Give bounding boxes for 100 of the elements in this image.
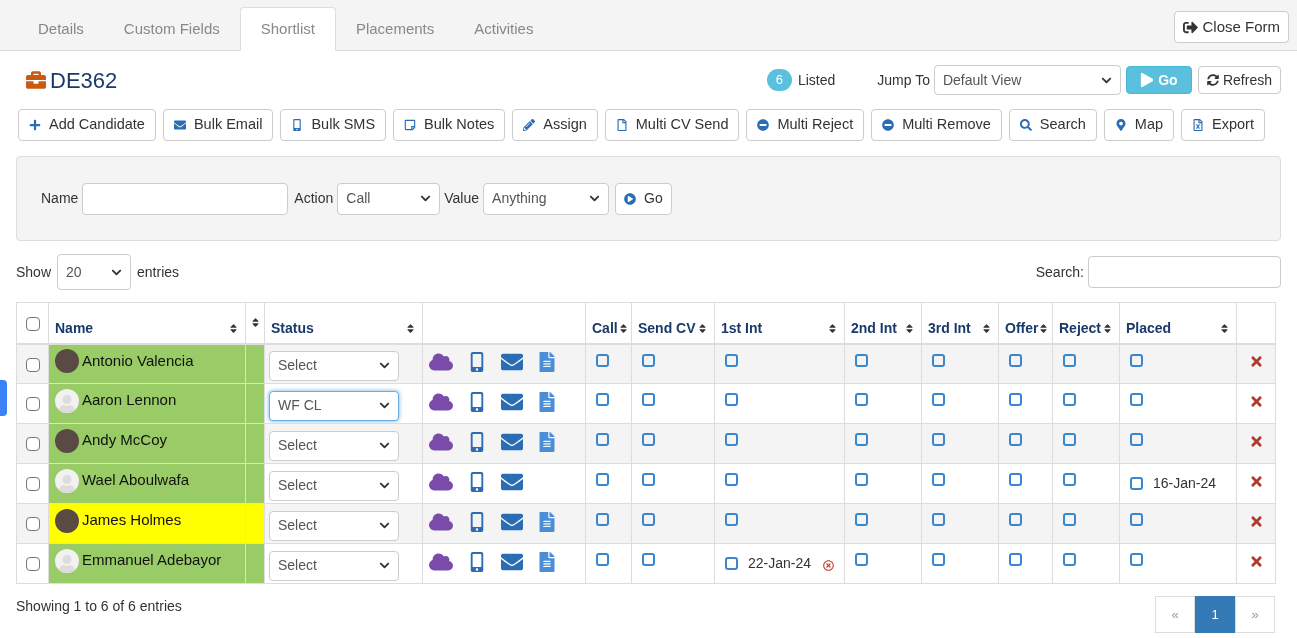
view-select[interactable]: Default View: [933, 65, 1121, 95]
row-checkbox[interactable]: [25, 397, 40, 412]
action-select[interactable]: Call: [337, 182, 441, 215]
stage-checkbox[interactable]: [1130, 353, 1143, 367]
stage-checkbox[interactable]: [596, 473, 609, 486]
clear-date-icon[interactable]: [823, 560, 834, 571]
row-checkbox[interactable]: [25, 437, 40, 452]
sort-icon[interactable]: [827, 323, 838, 335]
row-checkbox[interactable]: [25, 557, 40, 572]
status-select[interactable]: Select: [269, 510, 399, 541]
page-button[interactable]: 1: [1195, 596, 1235, 633]
stage-checkbox[interactable]: [855, 353, 868, 367]
candidate-name[interactable]: Emmanuel Adebayor: [82, 549, 222, 572]
filter-go-button[interactable]: Go: [615, 182, 672, 215]
stage-checkbox[interactable]: [596, 553, 609, 566]
status-select[interactable]: Select: [269, 430, 399, 461]
stage-checkbox[interactable]: [855, 553, 868, 566]
stage-checkbox[interactable]: [1063, 513, 1076, 526]
side-handle[interactable]: [0, 380, 7, 416]
candidate-name[interactable]: James Holmes: [82, 509, 182, 532]
status-select[interactable]: Select: [269, 550, 399, 581]
stage-checkbox[interactable]: [642, 433, 655, 446]
stage-checkbox[interactable]: [1009, 353, 1022, 367]
toolbar-button[interactable]: Export: [1181, 109, 1265, 141]
stage-checkbox[interactable]: [725, 473, 738, 486]
sort-icon[interactable]: [228, 323, 239, 335]
sort-icon[interactable]: [1219, 323, 1230, 335]
column-header[interactable]: Name: [55, 318, 94, 340]
stage-checkbox[interactable]: [1063, 553, 1076, 566]
stage-checkbox[interactable]: [932, 393, 945, 406]
stage-checkbox[interactable]: [596, 393, 609, 406]
stage-checkbox[interactable]: [642, 393, 655, 406]
document-icon[interactable]: [537, 511, 557, 532]
stage-checkbox[interactable]: [642, 473, 655, 486]
stage-checkbox[interactable]: [932, 353, 945, 367]
stage-checkbox[interactable]: [596, 433, 609, 446]
stage-checkbox[interactable]: [725, 557, 738, 570]
name-input[interactable]: [82, 182, 289, 215]
refresh-button[interactable]: Refresh: [1197, 66, 1281, 94]
toolbar-button[interactable]: Bulk SMS: [280, 109, 387, 141]
value-select[interactable]: Anything: [483, 182, 610, 215]
column-header[interactable]: Status: [271, 318, 314, 340]
stage-checkbox[interactable]: [725, 393, 738, 406]
row-checkbox[interactable]: [25, 477, 40, 492]
stage-checkbox[interactable]: [1130, 513, 1143, 526]
stage-checkbox[interactable]: [725, 353, 738, 367]
document-icon[interactable]: [537, 431, 557, 452]
sort-icon[interactable]: [405, 323, 416, 335]
row-checkbox[interactable]: [25, 357, 40, 372]
status-select[interactable]: Select: [269, 350, 399, 381]
stage-checkbox[interactable]: [932, 433, 945, 446]
sort-icon[interactable]: [904, 323, 915, 335]
toolbar-button[interactable]: Map: [1103, 109, 1174, 141]
toolbar-button[interactable]: Multi Reject: [746, 109, 865, 141]
candidate-name[interactable]: Andy McCoy: [82, 429, 168, 452]
toolbar-button[interactable]: Add Candidate: [18, 109, 156, 141]
document-icon[interactable]: [537, 351, 557, 372]
stage-checkbox[interactable]: [1009, 473, 1022, 486]
sort-icon[interactable]: [697, 323, 708, 335]
stage-checkbox[interactable]: [642, 553, 655, 566]
stage-checkbox[interactable]: [725, 513, 738, 526]
toolbar-button[interactable]: Bulk Email: [162, 109, 274, 141]
toolbar-button[interactable]: Bulk Notes: [393, 109, 506, 141]
stage-checkbox[interactable]: [1063, 353, 1076, 367]
sort-icon[interactable]: [617, 323, 629, 335]
stage-checkbox[interactable]: [1009, 553, 1022, 566]
status-select[interactable]: Select: [269, 470, 399, 501]
row-checkbox[interactable]: [25, 517, 40, 532]
stage-checkbox[interactable]: [932, 473, 945, 486]
stage-checkbox[interactable]: [596, 513, 609, 526]
sort-icon[interactable]: [1102, 323, 1113, 335]
document-icon[interactable]: [537, 391, 557, 412]
stage-checkbox[interactable]: [1130, 433, 1143, 446]
document-icon[interactable]: [537, 551, 557, 572]
stage-checkbox[interactable]: [1063, 473, 1076, 486]
sort-icon[interactable]: [1038, 323, 1050, 335]
stage-checkbox[interactable]: [855, 473, 868, 486]
stage-checkbox[interactable]: [932, 553, 945, 566]
toolbar-button[interactable]: Assign: [512, 109, 598, 141]
stage-checkbox[interactable]: [855, 433, 868, 446]
stage-checkbox[interactable]: [1009, 513, 1022, 526]
select-all-checkbox[interactable]: [25, 316, 40, 331]
stage-checkbox[interactable]: [1063, 433, 1076, 446]
stage-checkbox[interactable]: [1130, 553, 1143, 566]
column-header[interactable]: 1st Int: [721, 318, 763, 340]
tab[interactable]: Shortlist: [239, 7, 336, 51]
stage-checkbox[interactable]: [596, 353, 609, 367]
stage-checkbox[interactable]: [1009, 433, 1022, 446]
stage-checkbox[interactable]: [1063, 393, 1076, 406]
stage-checkbox[interactable]: [932, 513, 945, 526]
stage-checkbox[interactable]: [855, 513, 868, 526]
status-select[interactable]: WF CL: [269, 390, 399, 421]
close-form-button[interactable]: Close Form: [1174, 11, 1289, 43]
search-input[interactable]: [1088, 256, 1281, 288]
stage-checkbox[interactable]: [1009, 393, 1022, 406]
stage-checkbox[interactable]: [642, 353, 655, 367]
candidate-name[interactable]: Antonio Valencia: [82, 349, 194, 372]
stage-checkbox[interactable]: [1130, 393, 1143, 406]
stage-checkbox[interactable]: [855, 393, 868, 406]
candidate-name[interactable]: Aaron Lennon: [82, 389, 177, 412]
